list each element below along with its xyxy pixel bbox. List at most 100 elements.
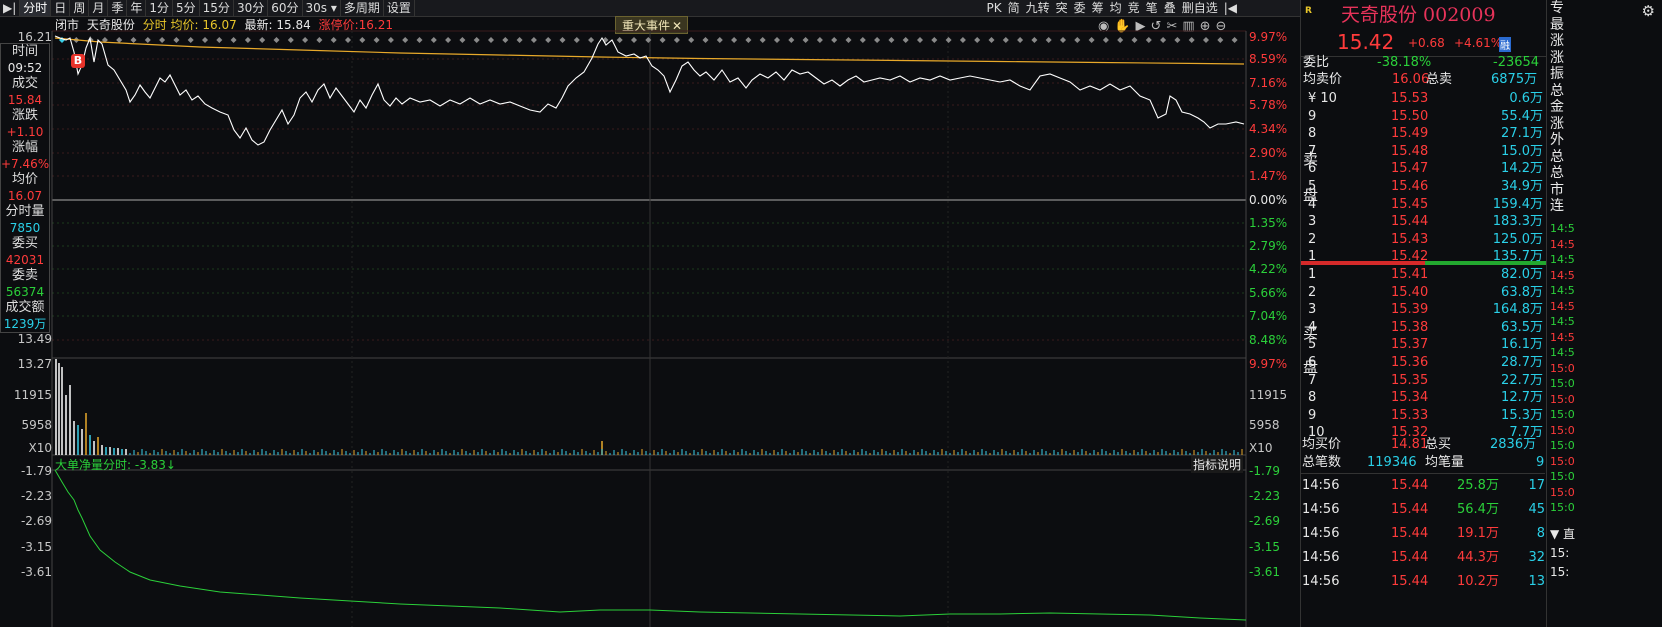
strip-label-10: 总 [1550, 165, 1564, 181]
buy-level-row[interactable]: 5 15.37 16.1万 [1300, 335, 1545, 354]
strip-label-0: 专 [1550, 0, 1564, 16]
strip-time-4: 14:5 [1550, 284, 1575, 297]
total-sell-value: 6875万 [1491, 72, 1538, 87]
gear-icon[interactable]: ⚙ [1642, 2, 1655, 20]
event-diamond [230, 37, 237, 43]
event-diamond [816, 37, 823, 43]
buy-level-row[interactable]: 1 15.41 82.0万 [1300, 265, 1545, 284]
event-diamond [688, 37, 695, 43]
total-trades-label: 总笔数 [1302, 455, 1342, 470]
sell-level-row[interactable]: 1 15.42 135.7万 [1300, 247, 1545, 266]
buy-level-row[interactable]: 8 15.34 12.7万 [1300, 388, 1545, 407]
right-axis-label-0: 9.97% [1249, 30, 1288, 44]
strip-time-18: 15:0 [1550, 501, 1575, 514]
event-diamond [988, 37, 995, 43]
weibi-label: 委比 [1303, 55, 1330, 70]
event-diamond [1117, 37, 1124, 43]
right-axis-label-3: 5.78% [1249, 98, 1288, 112]
indicator-explain-button[interactable]: 指标说明 [1191, 456, 1244, 473]
right-axis-label-7: 0.00% [1249, 193, 1288, 207]
sell-level-number: 6 [1308, 161, 1317, 177]
event-diamond [1231, 37, 1238, 43]
buy-level-volume: 15.3万 [1501, 407, 1543, 423]
tick-count: 32 [1528, 550, 1545, 565]
event-diamond [130, 37, 137, 43]
event-diamond [716, 37, 723, 43]
event-diamond [888, 37, 895, 43]
left-axis-top: 16.21 [17, 30, 52, 44]
price-change: +0.68 [1408, 36, 1445, 50]
strip-label-3: 涨 [1550, 49, 1564, 66]
sell-level-number: 5 [1308, 179, 1317, 194]
sell-level-row[interactable]: 3 15.44 183.3万 [1300, 212, 1545, 231]
sell-level-row[interactable]: 5 15.46 34.9万 [1300, 177, 1545, 196]
event-diamond [216, 37, 223, 43]
event-diamond [516, 37, 523, 43]
sell-level-price: 15.44 [1391, 214, 1429, 230]
sell-level-price: 15.45 [1391, 196, 1429, 212]
strip-time-13: 15:0 [1550, 423, 1575, 437]
strip-time-14: 15:0 [1550, 439, 1575, 452]
buy-level-row[interactable]: 3 15.39 164.8万 [1300, 300, 1545, 319]
event-diamond [759, 37, 766, 43]
strip-label-7: 涨 [1550, 115, 1564, 132]
strip-label-8: 外 [1550, 132, 1564, 148]
right-axis-label-14: 9.97% [1249, 357, 1288, 371]
strip-time-6: 14:5 [1550, 315, 1575, 328]
event-diamond [1045, 37, 1052, 43]
tick-price: 15.44 [1391, 574, 1429, 589]
sell-level-row[interactable]: 9 15.50 55.4万 [1300, 107, 1545, 126]
strip-time-7: 14:5 [1550, 330, 1575, 344]
sell-level-price: 15.50 [1391, 108, 1429, 124]
event-diamond [1131, 37, 1138, 43]
tick-price: 15.44 [1391, 502, 1429, 517]
weicha-value: -23654 [1493, 55, 1540, 70]
sell-level-volume: 0.6万 [1509, 91, 1543, 106]
sell-level-row[interactable]: 4 15.45 159.4万 [1300, 195, 1545, 214]
event-diamond [187, 37, 194, 43]
sell-level-row[interactable]: 6 15.47 14.2万 [1300, 159, 1545, 178]
event-diamond [1017, 37, 1024, 43]
sell-level-row[interactable]: ¥ 10 15.53 0.6万 [1300, 89, 1545, 108]
grid-lines [51, 30, 1247, 627]
buy-level-number: 7 [1308, 372, 1317, 388]
buy-marker[interactable]: B [71, 54, 85, 68]
vol-axis-r3: X10 [1249, 441, 1273, 455]
right-axis-label-12: 7.04% [1249, 309, 1288, 323]
buy-level-number: 2 [1308, 284, 1317, 300]
strip-label-2: 涨 [1550, 33, 1564, 49]
change-label: 涨跌 [11, 108, 38, 123]
event-diamond [1174, 37, 1181, 43]
buy-level-row[interactable]: 2 15.40 63.8万 [1300, 283, 1545, 302]
event-diamond [731, 37, 738, 43]
sell-level-row[interactable]: 7 15.48 15.0万 [1300, 142, 1545, 161]
tick-row: 14:56 15.44 44.3万 32 [1300, 546, 1545, 570]
sell-level-row[interactable]: 8 15.49 27.1万 [1300, 124, 1545, 143]
ask-value: 56374 [5, 285, 45, 299]
sell-level-price: 15.53 [1391, 91, 1429, 106]
buy-level-price: 15.41 [1391, 267, 1429, 282]
sell-level-row[interactable]: 2 15.43 125.0万 [1300, 230, 1545, 249]
bid-value: 42031 [5, 253, 45, 267]
strip-time-10: 15:0 [1550, 377, 1575, 390]
strip-label-6: 金 [1550, 99, 1564, 115]
margin-tag: 融 [1499, 37, 1511, 52]
event-markers[interactable] [59, 37, 1238, 43]
intraday-chart[interactable] [0, 0, 1300, 627]
event-diamond [373, 37, 380, 43]
event-diamond [402, 37, 409, 43]
buy-level-row[interactable]: 9 15.33 15.3万 [1300, 406, 1545, 425]
buy-level-row[interactable]: 6 15.36 28.7万 [1300, 353, 1545, 372]
buy-level-row[interactable]: 7 15.35 22.7万 [1300, 371, 1545, 390]
strip-bottom-0[interactable]: ▼ 直 [1550, 526, 1575, 542]
buy-level-price: 15.33 [1391, 407, 1429, 423]
event-diamond [931, 37, 938, 43]
avg-trade-label: 均笔量 [1425, 455, 1465, 470]
strip-label-4: 振 [1550, 66, 1564, 82]
tick-row: 14:56 15.44 19.1万 8 [1300, 522, 1545, 546]
bid-label: 委买 [11, 236, 38, 251]
tick-count: 45 [1528, 502, 1545, 517]
buy-level-row[interactable]: 4 15.38 63.5万 [1300, 318, 1545, 337]
ind-axis-left-1: -2.23 [20, 489, 52, 503]
sell-level-number: 7 [1308, 143, 1317, 159]
